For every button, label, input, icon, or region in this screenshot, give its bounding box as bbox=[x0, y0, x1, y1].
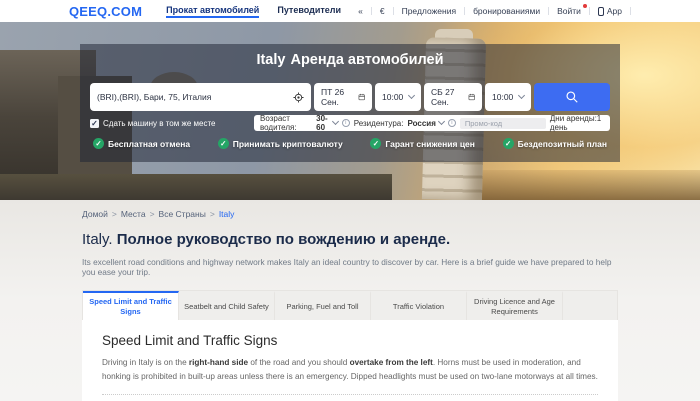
hero-photo-skyline bbox=[476, 170, 700, 200]
feature-price-guarantee: ✓ Гарант снижения цен bbox=[370, 138, 475, 149]
divider bbox=[588, 7, 590, 15]
divider bbox=[392, 7, 394, 15]
search-options-row: ✓ Сдать машину в том же месте Возраст во… bbox=[90, 114, 610, 132]
checkbox-checked-icon[interactable]: ✓ bbox=[90, 118, 99, 128]
breadcrumb-italy: Italy bbox=[218, 209, 235, 219]
qeeq-logo[interactable]: QEEQ.COM bbox=[69, 4, 142, 19]
page-title: Italy. Полное руководство по вождению и … bbox=[82, 231, 451, 248]
same-location-option[interactable]: ✓ Сдать машину в том же месте bbox=[90, 118, 248, 128]
calendar-icon bbox=[468, 93, 475, 101]
calendar-icon bbox=[358, 93, 365, 101]
offers-link[interactable]: Предложения bbox=[402, 6, 456, 16]
main-nav: Прокат автомобилей Путеводители bbox=[166, 5, 341, 18]
tab-speed-limit[interactable]: Speed Limit and Traffic Signs bbox=[83, 291, 179, 320]
divider bbox=[548, 7, 550, 15]
dropoff-date-value: СБ 27 Сен. bbox=[431, 87, 455, 107]
breadcrumb: Домой Места Все Страны Italy bbox=[82, 209, 618, 219]
promo-code-input[interactable] bbox=[459, 117, 546, 129]
top-bar: QEEQ.COM Прокат автомобилей Путеводители… bbox=[0, 0, 700, 22]
chevrons-left-icon[interactable]: « bbox=[358, 6, 363, 16]
driver-age-label: Возраст водителя: bbox=[260, 114, 297, 132]
section-paragraph: Driving in Italy is on the right-hand si… bbox=[102, 356, 598, 395]
hero-banner: Italy Аренда автомобилей (BRI),(BRI), Бар… bbox=[0, 22, 700, 200]
search-row: (BRI),(BRI), Бари, 75, Италия ПТ 26 Сен.… bbox=[90, 83, 610, 111]
check-icon: ✓ bbox=[93, 138, 104, 149]
pickup-date-value: ПТ 26 Сен. bbox=[321, 87, 345, 107]
notification-dot bbox=[582, 4, 587, 8]
driver-age-select[interactable]: 30-60 bbox=[316, 114, 339, 132]
page-subtitle: Its excellent road conditions and highwa… bbox=[82, 257, 612, 277]
chevron-down-icon bbox=[437, 117, 445, 126]
currency-selector[interactable]: € bbox=[380, 6, 385, 16]
nav-car-rental[interactable]: Прокат автомобилей bbox=[166, 5, 260, 18]
hero-title: Italy Аренда автомобилей bbox=[256, 52, 444, 68]
chevron-down-icon bbox=[407, 91, 416, 100]
phone-icon bbox=[597, 6, 604, 16]
search-button[interactable] bbox=[534, 83, 610, 111]
check-icon: ✓ bbox=[370, 138, 382, 149]
tab-panel: Speed Limit and Traffic Signs Driving in… bbox=[82, 320, 618, 401]
rental-days-label: Дни аренды:1 день bbox=[549, 114, 602, 132]
same-location-label: Сдать машину в том же месте bbox=[103, 118, 216, 128]
page-content: Домой Места Все Страны Italy Italy. Полн… bbox=[0, 200, 700, 401]
pickup-time-value: 10:00 bbox=[382, 92, 404, 102]
divider bbox=[630, 7, 631, 15]
info-icon[interactable] bbox=[341, 119, 350, 127]
info-icon[interactable] bbox=[447, 119, 456, 127]
options-panel: Возраст водителя: 30-60 Резидентура: Рос… bbox=[254, 114, 610, 132]
crosshair-location-icon bbox=[293, 91, 304, 103]
divider bbox=[370, 7, 372, 15]
breadcrumb-places[interactable]: Места bbox=[121, 209, 155, 219]
hero-photo-skyline bbox=[0, 174, 392, 200]
pickup-location-value: (BRI),(BRI), Бари, 75, Италия bbox=[97, 92, 212, 102]
pickup-location-field[interactable]: (BRI),(BRI), Бари, 75, Италия bbox=[90, 83, 311, 111]
tab-parking-fuel-toll[interactable]: Parking, Fuel and Toll bbox=[275, 291, 371, 320]
chevron-down-icon bbox=[331, 117, 339, 126]
feature-free-cancellation: ✓ Бесплатная отмена bbox=[93, 138, 190, 149]
login-link[interactable]: Войти bbox=[557, 4, 587, 16]
residency-select[interactable]: Россия bbox=[407, 117, 445, 128]
check-icon: ✓ bbox=[502, 138, 514, 149]
tab-seatbelt[interactable]: Seatbelt and Child Safety bbox=[179, 291, 275, 320]
dropoff-time-field[interactable]: 10:00 bbox=[485, 83, 531, 111]
app-link[interactable]: App bbox=[597, 6, 622, 16]
chevron-down-icon bbox=[517, 91, 526, 100]
feature-no-deposit: ✓ Бездепозитный план bbox=[502, 138, 607, 149]
pickup-time-field[interactable]: 10:00 bbox=[375, 83, 421, 111]
residency-label: Резидентура: bbox=[353, 118, 404, 128]
divider bbox=[464, 7, 466, 15]
breadcrumb-home[interactable]: Домой bbox=[82, 209, 117, 219]
section-heading: Speed Limit and Traffic Signs bbox=[102, 333, 278, 348]
feature-badges: ✓ Бесплатная отмена ✓ Принимать криптова… bbox=[90, 138, 610, 149]
pickup-date-field[interactable]: ПТ 26 Сен. bbox=[314, 83, 372, 111]
bookings-link[interactable]: бронированиями bbox=[473, 6, 540, 16]
nav-guides[interactable]: Путеводители bbox=[277, 5, 341, 18]
dropoff-time-value: 10:00 bbox=[492, 92, 514, 102]
magnifier-icon bbox=[566, 91, 578, 103]
guide-tabs: Speed Limit and Traffic Signs Seatbelt a… bbox=[82, 290, 618, 320]
tab-traffic-violation[interactable]: Traffic Violation bbox=[371, 291, 467, 320]
feature-crypto: ✓ Принимать криптовалюту bbox=[217, 138, 343, 149]
check-icon: ✓ bbox=[217, 138, 229, 149]
dropoff-date-field[interactable]: СБ 27 Сен. bbox=[424, 83, 482, 111]
tab-driving-licence[interactable]: Driving Licence and Age Requirements bbox=[467, 291, 563, 320]
breadcrumb-countries[interactable]: Все Страны bbox=[159, 209, 215, 219]
search-overlay: Italy Аренда автомобилей (BRI),(BRI), Бар… bbox=[80, 44, 620, 162]
